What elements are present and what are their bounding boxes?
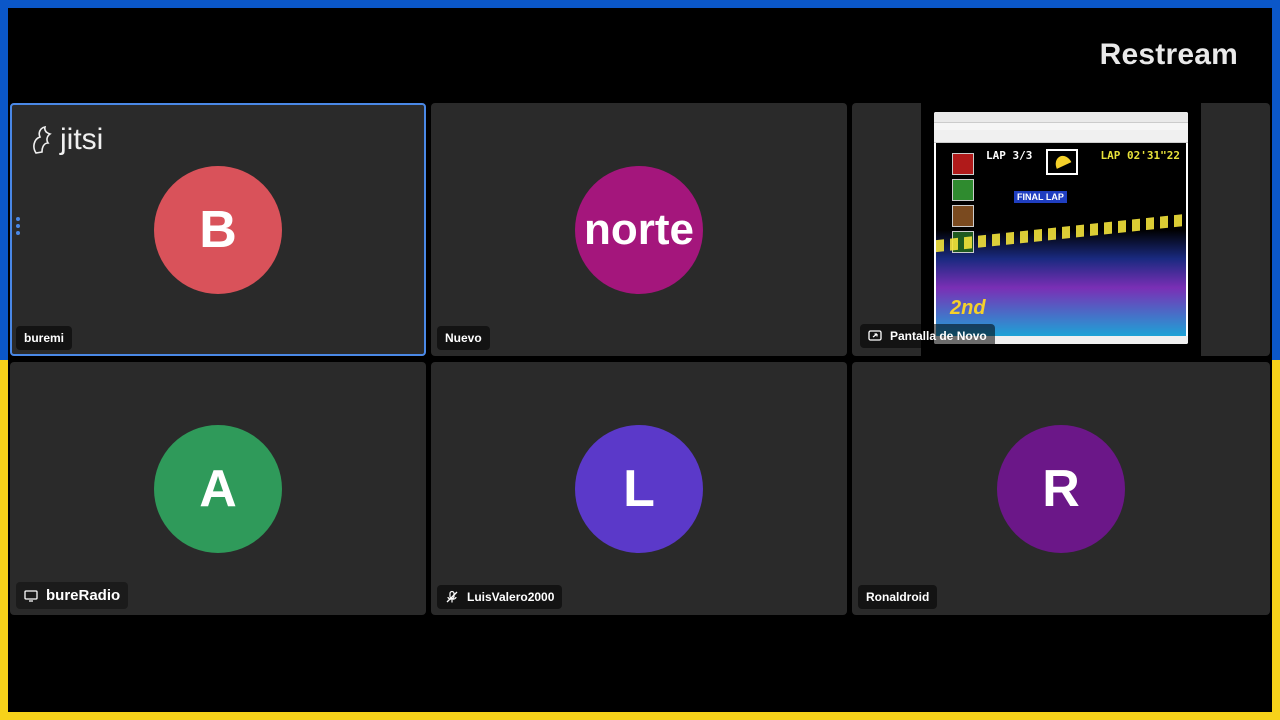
participant-name: bureRadio [46,587,121,604]
avatar: B [154,165,282,294]
race-position: 2nd [950,297,986,319]
participant-name: Pantalla de Novo [890,329,987,343]
name-tag: Pantalla de Novo [860,324,995,348]
avatar: norte [575,165,703,294]
avatar: A [154,424,282,553]
name-tag: Nuevo [437,326,490,350]
participant-name: LuisValero2000 [467,590,555,604]
mic-muted-icon [446,590,458,603]
participant-tile-luisvalero2000[interactable]: L LuisValero2000 [431,362,847,615]
screen-icon [24,589,38,602]
jitsi-wordmark: jitsi [60,123,104,156]
final-lap-banner: FINAL LAP [1014,191,1067,203]
name-tag: Ronaldroid [858,585,938,609]
lap-timer: LAP 02'31"22 [1100,149,1180,162]
emulator-window: LAP 3/3 LAP 02'31"22 FINAL LAP 2nd [934,112,1188,344]
screen-share-icon [868,330,882,341]
name-tag: bureRadio [16,582,129,609]
participant-tile-buremi[interactable]: jitsi B buremi [10,103,426,356]
participant-name: Nuevo [445,331,482,345]
participant-name: Ronaldroid [866,590,930,604]
participant-name: buremi [24,331,65,345]
vertical-dots-icon[interactable] [16,217,20,235]
participant-tile-nuevo[interactable]: norte Nuevo [431,103,847,356]
window-titlebar [934,112,1188,123]
lap-counter: LAP 3/3 [986,149,1033,162]
participant-tile-bureradio[interactable]: A bureRadio [10,362,426,615]
avatar: R [997,424,1125,553]
conference-stage: Restream jitsi B buremi norte Nuevo LAP … [8,8,1272,712]
jitsi-logo: jitsi [30,123,103,157]
restream-logo: Restream [1099,38,1238,71]
name-tag: LuisValero2000 [437,585,563,609]
window-toolbar [934,130,1188,143]
screen-share-video: LAP 3/3 LAP 02'31"22 FINAL LAP 2nd [921,90,1201,360]
window-menubar [934,123,1188,130]
name-tag: buremi [16,326,73,350]
participant-tile-ronaldroid[interactable]: R Ronaldroid [852,362,1270,615]
banana-item-icon [1046,149,1078,175]
avatar: L [575,424,703,553]
game-screen: LAP 3/3 LAP 02'31"22 FINAL LAP 2nd [936,143,1186,336]
jitsi-bird-icon [33,125,52,154]
